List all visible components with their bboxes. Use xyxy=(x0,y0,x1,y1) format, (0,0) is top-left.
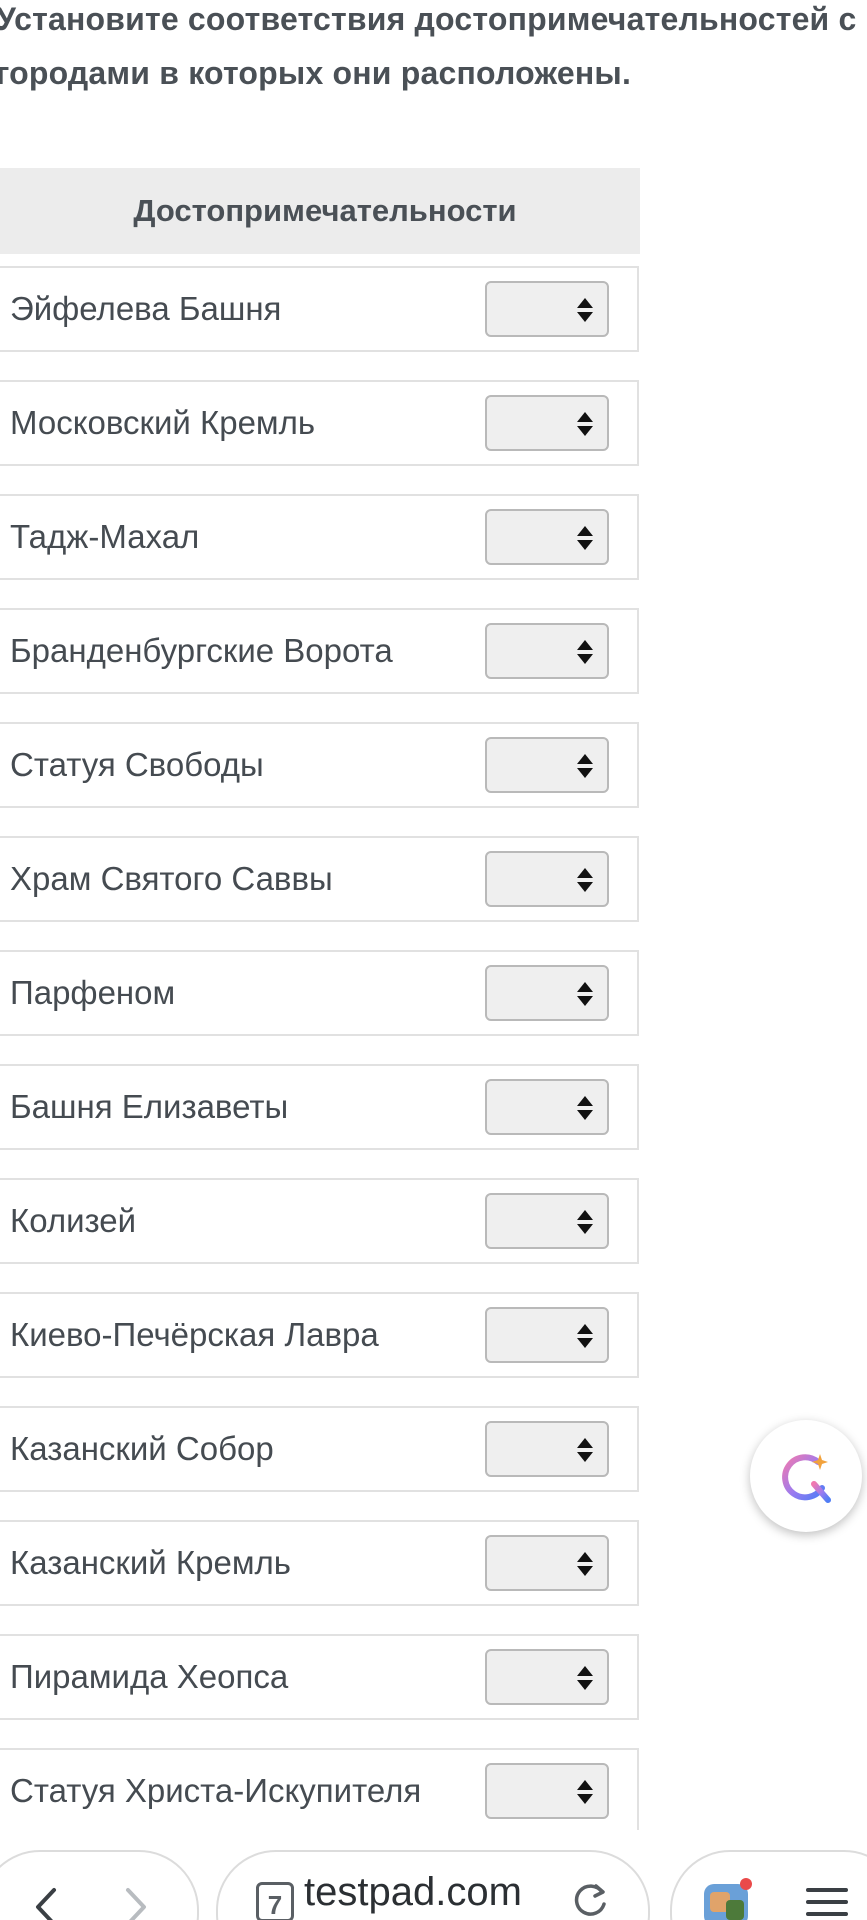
landmark-label: Колизей xyxy=(10,1202,137,1239)
question-text: Установите соответствия достопримечатель… xyxy=(0,0,867,100)
landmark-label: Казанский Собор xyxy=(10,1430,274,1467)
city-select[interactable] xyxy=(485,1193,609,1249)
question-line-1: Установите соответствия достопримечатель… xyxy=(0,1,857,37)
select-arrows-icon xyxy=(577,1096,593,1120)
menu-pill xyxy=(670,1850,867,1920)
tab-count-button[interactable]: 7 xyxy=(256,1882,294,1920)
select-arrows-icon xyxy=(577,1780,593,1804)
table-row: Казанский Собор xyxy=(0,1406,639,1492)
city-select[interactable] xyxy=(485,1535,609,1591)
assistant-button[interactable] xyxy=(750,1420,862,1532)
select-arrows-icon xyxy=(577,298,593,322)
landmark-label: Башня Елизаветы xyxy=(10,1088,289,1125)
assistant-q-icon xyxy=(782,1454,831,1503)
city-select[interactable] xyxy=(485,1421,609,1477)
game-extension-icon[interactable] xyxy=(700,1874,756,1920)
select-arrows-icon xyxy=(577,640,593,664)
city-select[interactable] xyxy=(485,1649,609,1705)
landmark-label: Пирамида Хеопса xyxy=(10,1658,289,1695)
landmark-label: Бранденбургские Ворота xyxy=(10,632,393,669)
city-select[interactable] xyxy=(485,965,609,1021)
matching-table: Достопримечательности Эйфелева Башня Моск… xyxy=(0,168,640,1834)
table-row: Статуя Христа-Искупителя xyxy=(0,1748,639,1834)
landmark-label: Парфеном xyxy=(10,974,176,1011)
page: Установите соответствия достопримечатель… xyxy=(0,0,867,1920)
landmark-label: Статуя Свободы xyxy=(10,746,264,783)
city-select[interactable] xyxy=(485,1307,609,1363)
chevron-left-icon[interactable] xyxy=(22,1882,72,1920)
select-arrows-icon xyxy=(577,754,593,778)
navigation-pill xyxy=(0,1850,199,1920)
select-arrows-icon xyxy=(577,526,593,550)
table-row: Киево-Печёрская Лавра xyxy=(0,1292,639,1378)
city-select[interactable] xyxy=(485,1763,609,1819)
city-select[interactable] xyxy=(485,281,609,337)
select-arrows-icon xyxy=(577,868,593,892)
table-header-label: Достопримечательности xyxy=(133,193,517,228)
city-select[interactable] xyxy=(485,737,609,793)
table-header: Достопримечательности xyxy=(0,168,640,254)
table-row: Эйфелева Башня xyxy=(0,266,639,352)
landmark-label: Московский Кремль xyxy=(10,404,316,441)
select-arrows-icon xyxy=(577,1552,593,1576)
landmark-label: Статуя Христа-Искупителя xyxy=(10,1772,422,1809)
city-select[interactable] xyxy=(485,395,609,451)
table-row: Статуя Свободы xyxy=(0,722,639,808)
landmark-label: Храм Святого Саввы xyxy=(10,860,333,897)
select-arrows-icon xyxy=(577,412,593,436)
table-row: Казанский Кремль xyxy=(0,1520,639,1606)
table-row: Пирамида Хеопса xyxy=(0,1634,639,1720)
reload-icon[interactable] xyxy=(568,1878,612,1920)
table-row: Парфеном xyxy=(0,950,639,1036)
table-row: Московский Кремль xyxy=(0,380,639,466)
select-arrows-icon xyxy=(577,1324,593,1348)
select-arrows-icon xyxy=(577,1666,593,1690)
landmark-label: Казанский Кремль xyxy=(10,1544,291,1581)
chevron-right-icon[interactable] xyxy=(110,1882,160,1920)
table-row: Тадж-Махал xyxy=(0,494,639,580)
select-arrows-icon xyxy=(577,982,593,1006)
url-text[interactable]: testpad.com xyxy=(304,1870,522,1915)
city-select[interactable] xyxy=(485,1079,609,1135)
table-row: Храм Святого Саввы xyxy=(0,836,639,922)
landmark-label: Киево-Печёрская Лавра xyxy=(10,1316,379,1353)
browser-bottom-bar: 7 testpad.com xyxy=(0,1830,867,1920)
table-row: Бранденбургские Ворота xyxy=(0,608,639,694)
landmark-label: Эйфелева Башня xyxy=(10,290,282,327)
table-row: Колизей xyxy=(0,1178,639,1264)
question-line-2: городами в которых они расположены. xyxy=(0,55,632,91)
hamburger-menu-icon[interactable] xyxy=(802,1882,852,1920)
table-row: Башня Елизаветы xyxy=(0,1064,639,1150)
address-bar[interactable]: 7 testpad.com xyxy=(216,1850,650,1920)
select-arrows-icon xyxy=(577,1210,593,1234)
city-select[interactable] xyxy=(485,623,609,679)
landmark-label: Тадж-Махал xyxy=(10,518,200,555)
city-select[interactable] xyxy=(485,509,609,565)
select-arrows-icon xyxy=(577,1438,593,1462)
city-select[interactable] xyxy=(485,851,609,907)
